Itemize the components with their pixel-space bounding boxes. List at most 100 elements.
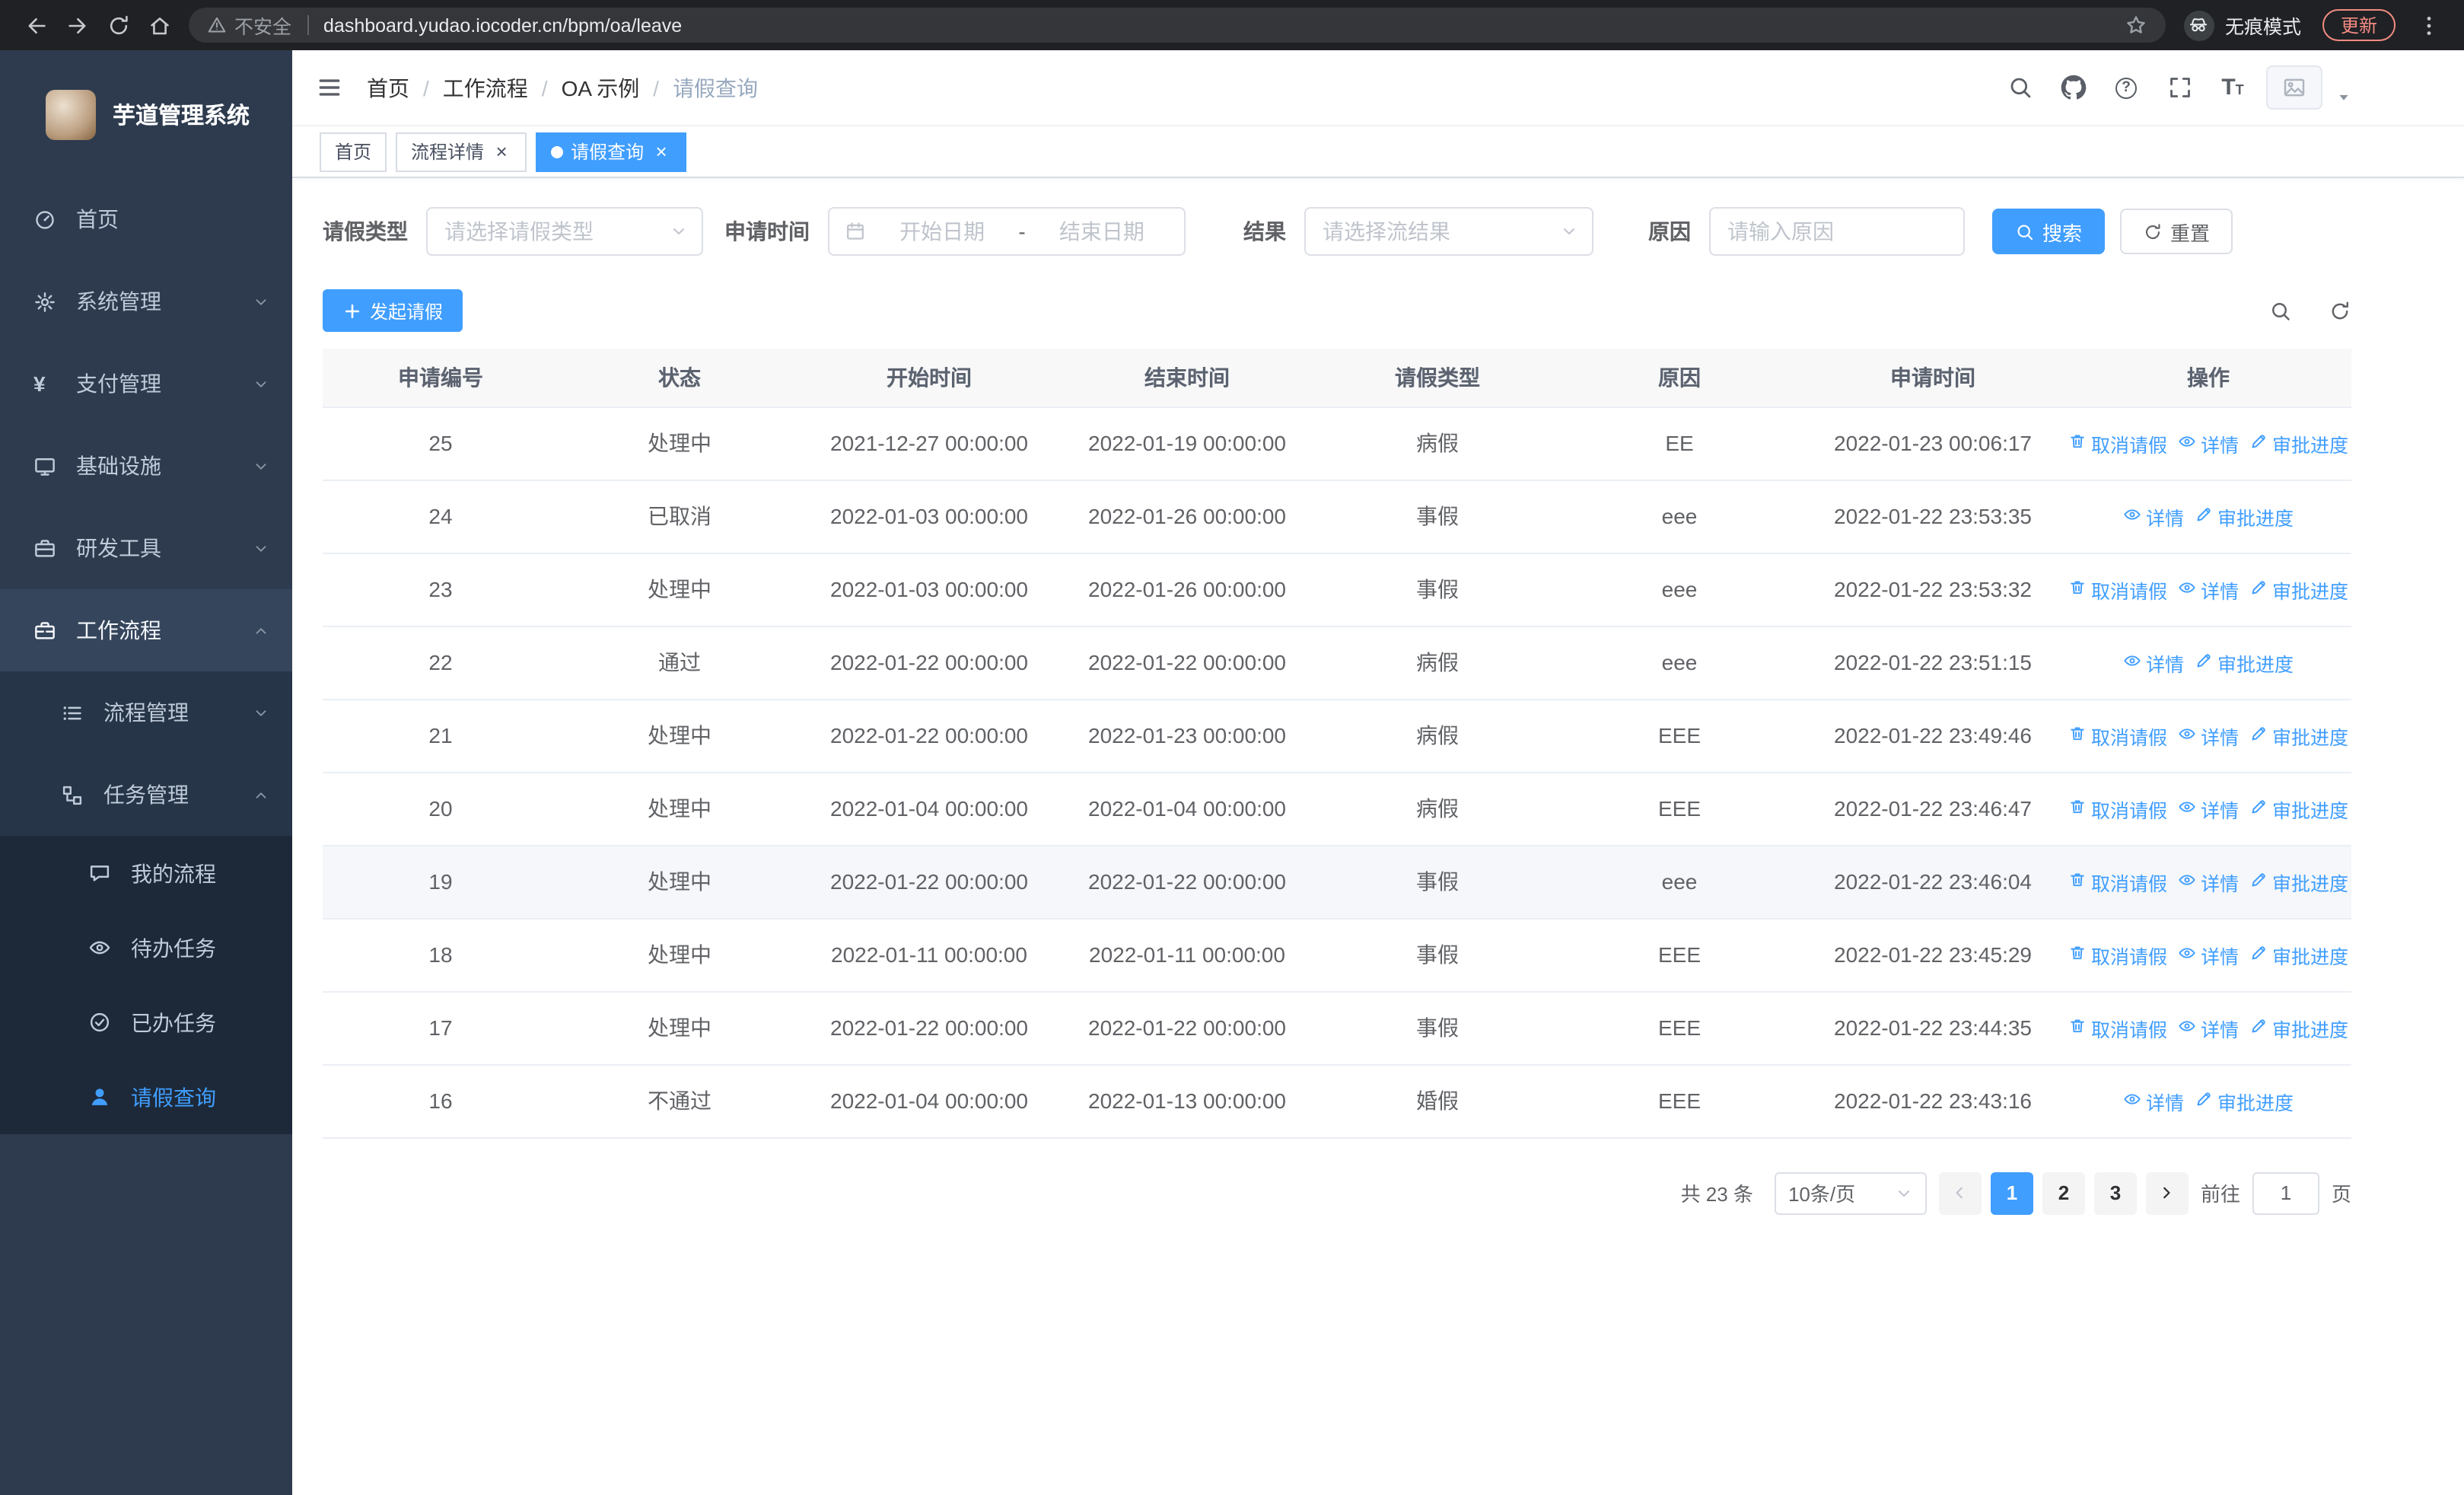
goto-page-input[interactable] bbox=[2252, 1171, 2319, 1214]
bookmark-star-icon[interactable] bbox=[2125, 14, 2147, 37]
detail-link[interactable]: 详情 bbox=[2123, 1086, 2184, 1115]
request-id-cell: 22 bbox=[323, 626, 559, 700]
detail-link[interactable]: 详情 bbox=[2178, 575, 2239, 604]
cancel-leave-link[interactable]: 取消请假 bbox=[2068, 721, 2167, 750]
detail-link[interactable]: 详情 bbox=[2178, 794, 2239, 823]
fullscreen-icon[interactable] bbox=[2160, 68, 2199, 107]
browser-reload-icon[interactable] bbox=[97, 5, 138, 46]
end-date-input[interactable] bbox=[1034, 219, 1170, 244]
sidebar-item-dev-tools[interactable]: 研发工具 bbox=[0, 507, 292, 589]
browser-update-button[interactable]: 更新 bbox=[2322, 9, 2396, 41]
sidebar-item-workflow[interactable]: 工作流程 bbox=[0, 589, 292, 671]
sidebar-item-home[interactable]: 首页 bbox=[0, 178, 292, 260]
breadcrumb-item[interactable]: 工作流程 bbox=[443, 72, 528, 103]
refresh-table-icon[interactable] bbox=[2329, 299, 2351, 322]
detail-link[interactable]: 详情 bbox=[2178, 721, 2239, 750]
approval-progress-link[interactable]: 审批进度 bbox=[2249, 575, 2348, 604]
page-button-1[interactable]: 1 bbox=[1990, 1171, 2033, 1214]
approval-progress-link[interactable]: 审批进度 bbox=[2249, 721, 2348, 750]
cancel-leave-link[interactable]: 取消请假 bbox=[2068, 940, 2167, 969]
reason-cell: eee bbox=[1558, 845, 1800, 919]
reset-icon bbox=[2143, 222, 2163, 241]
browser-forward-icon[interactable] bbox=[56, 5, 97, 46]
action-label: 详情 bbox=[2201, 873, 2240, 894]
next-page-button[interactable] bbox=[2145, 1171, 2189, 1214]
briefcase-icon bbox=[33, 619, 58, 642]
reason-input[interactable] bbox=[1727, 219, 1947, 244]
sidebar-item-leave-query[interactable]: 请假查询 bbox=[0, 1060, 292, 1134]
cancel-leave-link[interactable]: 取消请假 bbox=[2068, 794, 2167, 823]
tab-close-icon[interactable]: × bbox=[492, 142, 511, 161]
result-select[interactable] bbox=[1304, 207, 1593, 256]
sidebar-collapse-icon[interactable] bbox=[317, 75, 342, 100]
detail-link[interactable]: 详情 bbox=[2178, 867, 2239, 896]
cancel-leave-link[interactable]: 取消请假 bbox=[2068, 575, 2167, 604]
approval-progress-link[interactable]: 审批进度 bbox=[2195, 648, 2294, 677]
sidebar-item-my-process[interactable]: 我的流程 bbox=[0, 836, 292, 910]
start-date-input[interactable] bbox=[875, 219, 1010, 244]
tab-process-detail[interactable]: 流程详情 × bbox=[396, 132, 527, 171]
sidebar-item-done-tasks[interactable]: 已办任务 bbox=[0, 985, 292, 1060]
breadcrumb-item[interactable]: 首页 bbox=[367, 72, 409, 103]
approval-icon bbox=[2249, 797, 2268, 820]
detail-link[interactable]: 详情 bbox=[2178, 940, 2239, 969]
approval-progress-link[interactable]: 审批进度 bbox=[2195, 1086, 2294, 1115]
page-button-3[interactable]: 3 bbox=[2093, 1171, 2137, 1214]
cancel-leave-link[interactable]: 取消请假 bbox=[2068, 429, 2167, 457]
page-size-select[interactable]: 10条/页 bbox=[1774, 1171, 1927, 1214]
detail-link[interactable]: 详情 bbox=[2178, 429, 2239, 457]
detail-link[interactable]: 详情 bbox=[2123, 648, 2184, 677]
reason-cell: EEE bbox=[1558, 918, 1800, 992]
app-title: 芋道管理系统 bbox=[113, 103, 250, 129]
breadcrumb-item[interactable]: OA 示例 bbox=[562, 72, 640, 103]
sidebar-item-process-management[interactable]: 流程管理 bbox=[0, 671, 292, 754]
approval-progress-link[interactable]: 审批进度 bbox=[2249, 1013, 2348, 1042]
sidebar-item-system[interactable]: 系统管理 bbox=[0, 260, 292, 343]
tab-home[interactable]: 首页 bbox=[320, 132, 387, 171]
browser-back-icon[interactable] bbox=[15, 5, 56, 46]
github-icon[interactable] bbox=[2053, 68, 2093, 107]
tab-label: 请假查询 bbox=[571, 142, 645, 163]
sidebar-item-infrastructure[interactable]: 基础设施 bbox=[0, 425, 292, 507]
approval-progress-link[interactable]: 审批进度 bbox=[2249, 429, 2348, 457]
user-menu-caret-icon[interactable] bbox=[2336, 89, 2351, 104]
user-avatar[interactable] bbox=[2266, 65, 2322, 110]
sidebar-item-task-management[interactable]: 任务管理 bbox=[0, 754, 292, 836]
reset-button[interactable]: 重置 bbox=[2120, 209, 2233, 254]
cancel-leave-link[interactable]: 取消请假 bbox=[2068, 1013, 2167, 1042]
toggle-search-icon[interactable] bbox=[2269, 299, 2292, 322]
request-id-cell: 16 bbox=[323, 1064, 559, 1138]
search-button[interactable]: 搜索 bbox=[1992, 209, 2106, 254]
approval-progress-link[interactable]: 审批进度 bbox=[2249, 867, 2348, 896]
app-logo[interactable]: 芋道管理系统 bbox=[0, 50, 292, 178]
leave-type-select-input[interactable] bbox=[444, 219, 670, 244]
font-size-icon[interactable]: TT bbox=[2213, 68, 2252, 107]
tab-leave-query[interactable]: 请假查询 × bbox=[536, 132, 687, 171]
browser-menu-icon[interactable] bbox=[2408, 5, 2449, 46]
apply-time-range-picker[interactable]: - bbox=[828, 207, 1186, 256]
security-chip[interactable]: 不安全 bbox=[207, 11, 291, 40]
table-row: 23 处理中 2022-01-03 00:00:00 2022-01-26 00:00… bbox=[323, 553, 2351, 626]
cancel-leave-link[interactable]: 取消请假 bbox=[2068, 867, 2167, 896]
prev-page-button[interactable] bbox=[1938, 1171, 1982, 1214]
result-select-input[interactable] bbox=[1323, 219, 1560, 244]
end-time-cell: 2022-01-13 00:00:00 bbox=[1058, 1064, 1316, 1138]
action-label: 审批进度 bbox=[2272, 1019, 2349, 1041]
sidebar-item-payment[interactable]: ¥ 支付管理 bbox=[0, 343, 292, 425]
tab-close-icon[interactable]: × bbox=[651, 142, 671, 161]
approval-progress-link[interactable]: 审批进度 bbox=[2249, 940, 2348, 969]
leave-type-select[interactable] bbox=[426, 207, 703, 256]
sidebar-item-todo-tasks[interactable]: 待办任务 bbox=[0, 910, 292, 985]
help-icon[interactable]: ? bbox=[2106, 68, 2146, 107]
approval-progress-link[interactable]: 审批进度 bbox=[2249, 794, 2348, 823]
create-leave-button[interactable]: 发起请假 bbox=[323, 289, 463, 332]
approval-icon bbox=[2249, 578, 2268, 601]
detail-link[interactable]: 详情 bbox=[2178, 1013, 2239, 1042]
browser-home-icon[interactable] bbox=[138, 5, 180, 46]
search-icon[interactable] bbox=[2000, 68, 2039, 107]
detail-link[interactable]: 详情 bbox=[2123, 502, 2184, 531]
page-button-2[interactable]: 2 bbox=[2042, 1171, 2085, 1214]
action-label: 审批进度 bbox=[2272, 873, 2349, 894]
address-bar[interactable]: 不安全 dashboard.yudao.iocoder.cn/bpm/oa/le… bbox=[189, 8, 2166, 43]
approval-progress-link[interactable]: 审批进度 bbox=[2195, 502, 2294, 531]
